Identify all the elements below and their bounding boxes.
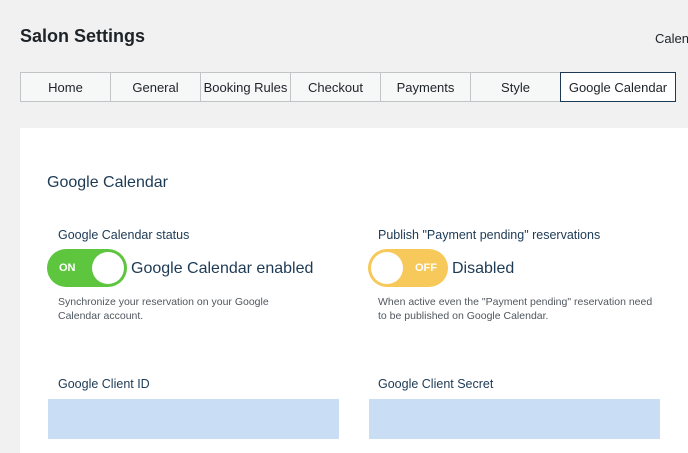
toggle-knob: [371, 252, 403, 284]
client-secret-label: Google Client Secret: [378, 377, 494, 391]
tab-style[interactable]: Style: [470, 72, 560, 102]
tab-payments[interactable]: Payments: [380, 72, 470, 102]
status-toggle-state: ON: [59, 262, 76, 274]
client-id-input[interactable]: [48, 399, 339, 439]
tab-home[interactable]: Home: [20, 72, 110, 102]
publish-toggle-state: OFF: [415, 262, 437, 274]
calendar-link[interactable]: Calendar: [655, 31, 688, 46]
publish-toggle[interactable]: OFF: [368, 249, 448, 287]
section-title: Google Calendar: [47, 174, 168, 191]
status-toggle[interactable]: ON: [47, 249, 127, 287]
publish-label: Publish "Payment pending" reservations: [378, 228, 601, 242]
tab-booking-rules[interactable]: Booking Rules: [200, 72, 290, 102]
publish-help: When active even the "Payment pending" r…: [378, 296, 653, 322]
settings-tabs: Home General Booking Rules Checkout Paym…: [20, 72, 676, 102]
tab-google-calendar[interactable]: Google Calendar: [560, 72, 676, 102]
client-id-label: Google Client ID: [58, 377, 150, 391]
client-secret-input[interactable]: [369, 399, 660, 439]
toggle-knob: [92, 252, 124, 284]
publish-toggle-text: Disabled: [452, 260, 515, 277]
page-title: Salon Settings: [20, 26, 146, 46]
status-help: Synchronize your reservation on your Goo…: [58, 296, 269, 322]
tab-general[interactable]: General: [110, 72, 200, 102]
status-toggle-text: Google Calendar enabled: [131, 260, 314, 277]
status-label: Google Calendar status: [58, 228, 190, 242]
tab-checkout[interactable]: Checkout: [290, 72, 380, 102]
settings-card: Google Calendar Google Calendar status O…: [20, 128, 688, 453]
